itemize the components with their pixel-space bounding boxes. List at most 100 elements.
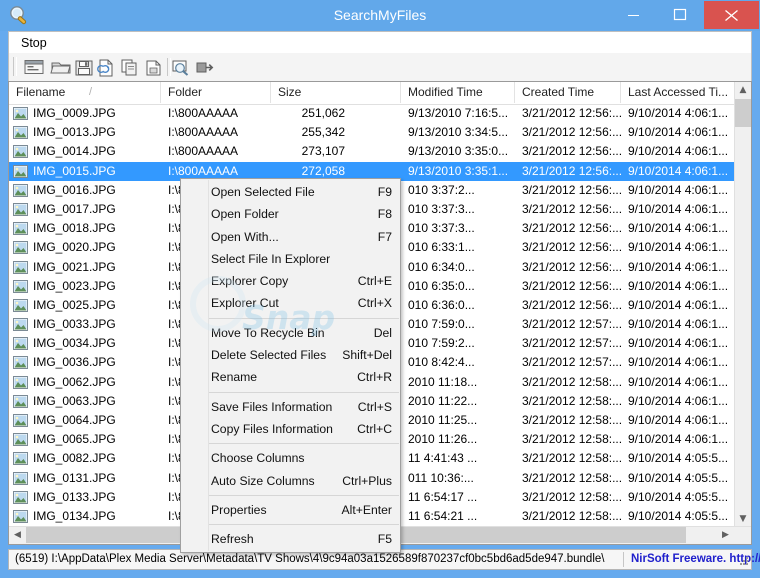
context-menu-item[interactable]: Explorer CutCtrl+X [181,292,400,314]
table-row[interactable]: IMG_0009.JPGI:\800AAAAA251,0629/13/2010 … [9,104,735,123]
cell-last-accessed-time: 9/10/2014 4:06:1... [621,373,735,392]
context-menu-item[interactable]: PropertiesAlt+Enter [181,499,400,521]
menu-bar: Stop [8,31,752,53]
cell-last-accessed-time: 9/10/2014 4:06:1... [621,334,735,353]
column-header-filename[interactable]: Filename / [9,82,161,103]
cell-created-time: 3/21/2012 12:56:... [515,296,621,315]
context-menu-item[interactable]: Open Folder F8 [181,203,400,225]
cell-created-time: 3/21/2012 12:57:... [515,315,621,334]
cell-last-accessed-time: 9/10/2014 4:05:5... [621,507,735,524]
cell-created-time: 3/21/2012 12:57:... [515,334,621,353]
cell-filename: IMG_0063.JPG [9,392,161,411]
context-menu[interactable]: Open Selected FileF9Open FolderF8Open Wi… [180,178,401,553]
context-menu-item[interactable]: Open Selected FileF9 [181,181,400,203]
cell-size: 273,107 [271,142,391,161]
table-row[interactable]: IMG_0013.JPGI:\800AAAAA255,3429/13/2010 … [9,123,735,142]
cell-last-accessed-time: 9/10/2014 4:06:1... [621,430,735,449]
table-row[interactable]: IMG_0014.JPGI:\800AAAAA273,1079/13/2010 … [9,142,735,161]
context-menu-item[interactable]: Delete Selected FilesShift+Del [181,344,400,366]
context-menu-item[interactable]: Move To Recycle BinDel [181,322,400,344]
cell-created-time: 3/21/2012 12:58:... [515,469,621,488]
scroll-left-icon[interactable]: ◀ [9,527,26,543]
menu-item-stop[interactable]: Stop [17,35,51,51]
cell-created-time: 3/21/2012 12:58:... [515,373,621,392]
cell-created-time: 3/21/2012 12:56:... [515,142,621,161]
context-menu-item-label: Choose Columns [211,451,304,465]
column-header-created-time[interactable]: Created Time [515,82,621,103]
maximize-button[interactable] [658,0,702,29]
cell-filename: IMG_0021.JPG [9,258,161,277]
cell-last-accessed-time: 9/10/2014 4:06:1... [621,162,735,181]
context-menu-item-label: Open Folder [211,207,279,221]
cell-last-accessed-time: 9/10/2014 4:06:1... [621,315,735,334]
cell-created-time: 3/21/2012 12:58:... [515,507,621,524]
column-header-size[interactable]: Size [271,82,401,103]
column-header-last-accessed-time[interactable]: Last Accessed Ti... [621,82,735,103]
context-menu-item-shortcut: F8 [378,203,392,225]
sort-indicator-icon: / [89,82,92,103]
vertical-scroll-thumb[interactable] [735,99,751,127]
copy-icon[interactable] [119,57,141,77]
save-icon[interactable] [73,57,95,77]
minimize-button[interactable] [612,0,656,29]
toolbar-grip[interactable] [13,57,17,76]
scroll-right-icon[interactable]: ▶ [717,527,734,543]
cell-modified-time: 11 4:41:43 ... [401,449,515,468]
context-menu-separator [182,443,399,444]
properties-icon[interactable] [95,57,117,77]
context-menu-item-label: Open With... [211,230,279,244]
cell-modified-time: 9/13/2010 3:35:0... [401,142,515,161]
context-menu-item[interactable]: Select File In Explorer [181,248,400,270]
context-menu-item-shortcut: F5 [378,528,392,550]
column-header-folder[interactable]: Folder [161,82,271,103]
exit-icon[interactable] [194,57,216,77]
column-header-modified-time[interactable]: Modified Time [401,82,515,103]
cell-modified-time: 9/13/2010 3:34:5... [401,123,515,142]
context-menu-item[interactable]: Explorer CopyCtrl+E [181,270,400,292]
cell-modified-time: 11 6:54:17 ... [401,488,515,507]
open-with-icon[interactable] [143,57,165,77]
cell-folder: I:\800AAAAA [161,123,271,142]
resize-grip-icon[interactable] [737,556,749,568]
toolbar [8,53,752,81]
context-menu-item[interactable]: Save Files InformationCtrl+S [181,396,400,418]
cell-modified-time: 010 7:59:0... [401,315,515,334]
vertical-scrollbar[interactable]: ▲ ▼ [734,82,751,528]
cell-modified-time: 010 8:42:4... [401,353,515,372]
close-button[interactable] [704,1,759,29]
context-menu-item[interactable]: Auto Size ColumnsCtrl+Plus [181,470,400,492]
cell-filename: IMG_0082.JPG [9,449,161,468]
context-menu-item[interactable]: Copy Files InformationCtrl+C [181,418,400,440]
context-menu-item-label: Refresh [211,532,254,546]
open-folder-icon[interactable] [50,57,72,77]
start-search-icon[interactable] [23,57,45,77]
column-header-filename-label: Filename [16,85,65,99]
cell-last-accessed-time: 9/10/2014 4:05:5... [621,488,735,507]
context-menu-item[interactable]: Choose Columns [181,447,400,469]
context-menu-item[interactable]: Open With... F7 [181,226,400,248]
search-options-icon[interactable] [170,57,192,77]
cell-modified-time: 2010 11:22... [401,392,515,411]
title-bar[interactable]: SearchMyFiles [0,0,760,31]
cell-filename: IMG_0023.JPG [9,277,161,296]
scroll-up-icon[interactable]: ▲ [735,82,751,99]
cell-filename: IMG_0034.JPG [9,334,161,353]
context-menu-item[interactable]: RenameCtrl+R [181,366,400,388]
context-menu-item[interactable]: Refresh F5 [181,528,400,550]
application-window: SearchMyFiles Stop [0,0,760,578]
context-menu-item-shortcut: Ctrl+S [358,396,392,418]
cell-modified-time: 11 6:54:21 ... [401,507,515,524]
cell-last-accessed-time: 9/10/2014 4:05:5... [621,469,735,488]
cell-created-time: 3/21/2012 12:56:... [515,238,621,257]
status-separator [623,552,624,567]
cell-filename: IMG_0065.JPG [9,430,161,449]
cell-filename: IMG_0013.JPG [9,123,161,142]
cell-last-accessed-time: 9/10/2014 4:06:1... [621,296,735,315]
context-menu-item-shortcut: F7 [378,226,392,248]
cell-filename: IMG_0036.JPG [9,353,161,372]
cell-last-accessed-time: 9/10/2014 4:06:1... [621,104,735,123]
context-menu-item-label: Properties [211,503,267,517]
cell-filename: IMG_0016.JPG [9,181,161,200]
context-menu-separator [182,495,399,496]
context-menu-item-label: Auto Size Columns [211,474,315,488]
